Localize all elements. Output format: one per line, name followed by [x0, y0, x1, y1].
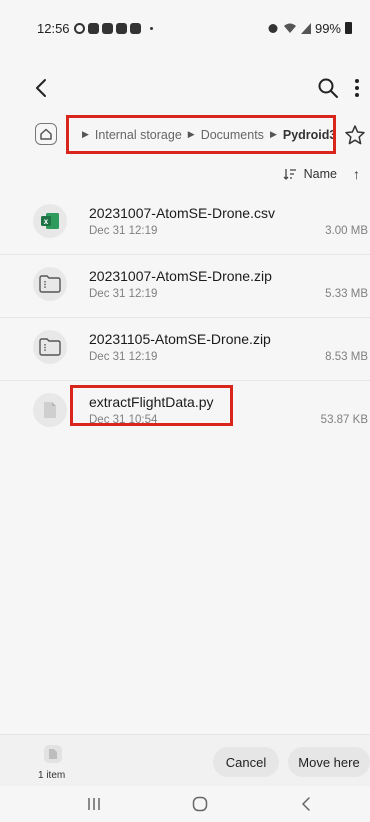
battery-icon [345, 22, 352, 34]
file-list: x 20231007-AtomSE-Drone.csv Dec 31 12:19… [0, 192, 370, 444]
list-item[interactable]: x 20231007-AtomSE-Drone.csv Dec 31 12:19… [0, 192, 370, 255]
notification-icon [73, 22, 85, 34]
breadcrumb-documents[interactable]: Documents [201, 128, 264, 142]
clipboard-file-icon [44, 745, 62, 763]
more-options-button[interactable] [348, 76, 366, 100]
home-button[interactable] [35, 123, 57, 145]
list-item[interactable]: 20231007-AtomSE-Drone.zip Dec 31 12:19 5… [0, 255, 370, 318]
signal-icon [300, 23, 311, 34]
status-time: 12:56 [37, 20, 70, 36]
notification-icons [73, 22, 153, 34]
more-vertical-icon [355, 79, 359, 97]
svg-text:x: x [44, 217, 49, 226]
battery-percent: 99% [314, 20, 341, 36]
breadcrumb: ▶ Internal storage ▶ Documents ▶ Pydroid… [66, 115, 336, 154]
chevron-right-icon: ▶ [187, 129, 195, 139]
search-button[interactable] [316, 76, 340, 100]
breadcrumb-pydroid3[interactable]: Pydroid3 [283, 128, 333, 142]
status-bar: 12:56 99% [0, 0, 370, 56]
file-size: 53.87 KB [320, 414, 368, 426]
more-notifications-dot [149, 26, 153, 30]
navigation-bar [0, 786, 370, 822]
file-date: Dec 31 10:54 [89, 414, 158, 426]
app-bar [0, 70, 370, 106]
sort-label: Name [303, 167, 337, 181]
notification-icon [87, 22, 99, 34]
home-nav-icon [192, 796, 208, 812]
recent-apps-button[interactable] [82, 794, 106, 814]
list-item[interactable]: extractFlightData.py Dec 31 10:54 53.87 … [0, 381, 370, 444]
back-nav-icon [301, 797, 310, 811]
excel-file-icon: x [33, 204, 67, 238]
back-button[interactable] [30, 76, 54, 100]
alarm-icon [268, 24, 278, 33]
file-date: Dec 31 12:19 [89, 288, 158, 300]
file-name: 20231007-AtomSE-Drone.zip [89, 268, 272, 284]
breadcrumb-internal-storage[interactable]: Internal storage [95, 128, 182, 142]
recent-apps-icon [88, 798, 100, 810]
file-date: Dec 31 12:19 [89, 225, 158, 237]
file-date: Dec 31 12:19 [89, 351, 158, 363]
file-size: 5.33 MB [325, 288, 368, 300]
sort-by-button[interactable]: Name [283, 167, 337, 181]
file-name: 20231007-AtomSE-Drone.csv [89, 205, 275, 221]
search-icon [318, 78, 338, 98]
list-item[interactable]: 20231105-AtomSE-Drone.zip Dec 31 12:19 8… [0, 318, 370, 381]
file-name: extractFlightData.py [89, 394, 214, 410]
move-here-button[interactable]: Move here [288, 747, 370, 777]
bottom-action-bar: 1 item Cancel Move here [0, 734, 370, 786]
notification-icon [101, 22, 113, 34]
item-count: 1 item [38, 770, 66, 781]
document-icon [33, 393, 67, 427]
cancel-button[interactable]: Cancel [213, 747, 279, 777]
sort-bar: Name ↑ [0, 164, 370, 184]
file-name: 20231105-AtomSE-Drone.zip [89, 331, 271, 347]
sort-icon [283, 169, 296, 180]
home-nav-button[interactable] [188, 794, 212, 814]
star-icon [345, 125, 365, 145]
file-size: 3.00 MB [325, 225, 368, 237]
favorite-button[interactable] [344, 124, 366, 146]
sort-direction-icon[interactable]: ↑ [353, 166, 360, 182]
back-arrow-icon [36, 79, 46, 97]
back-nav-button[interactable] [294, 794, 318, 814]
notification-icon [115, 22, 127, 34]
zip-icon [33, 330, 67, 364]
file-size: 8.53 MB [325, 351, 368, 363]
home-icon [40, 128, 52, 140]
chevron-right-icon: ▶ [82, 129, 89, 139]
breadcrumb-row: ▶ Internal storage ▶ Documents ▶ Pydroid… [0, 114, 370, 154]
notification-icon [129, 22, 141, 34]
chevron-right-icon: ▶ [269, 129, 277, 139]
wifi-icon [283, 23, 296, 33]
zip-icon [33, 267, 67, 301]
system-status: 99% [267, 21, 352, 36]
